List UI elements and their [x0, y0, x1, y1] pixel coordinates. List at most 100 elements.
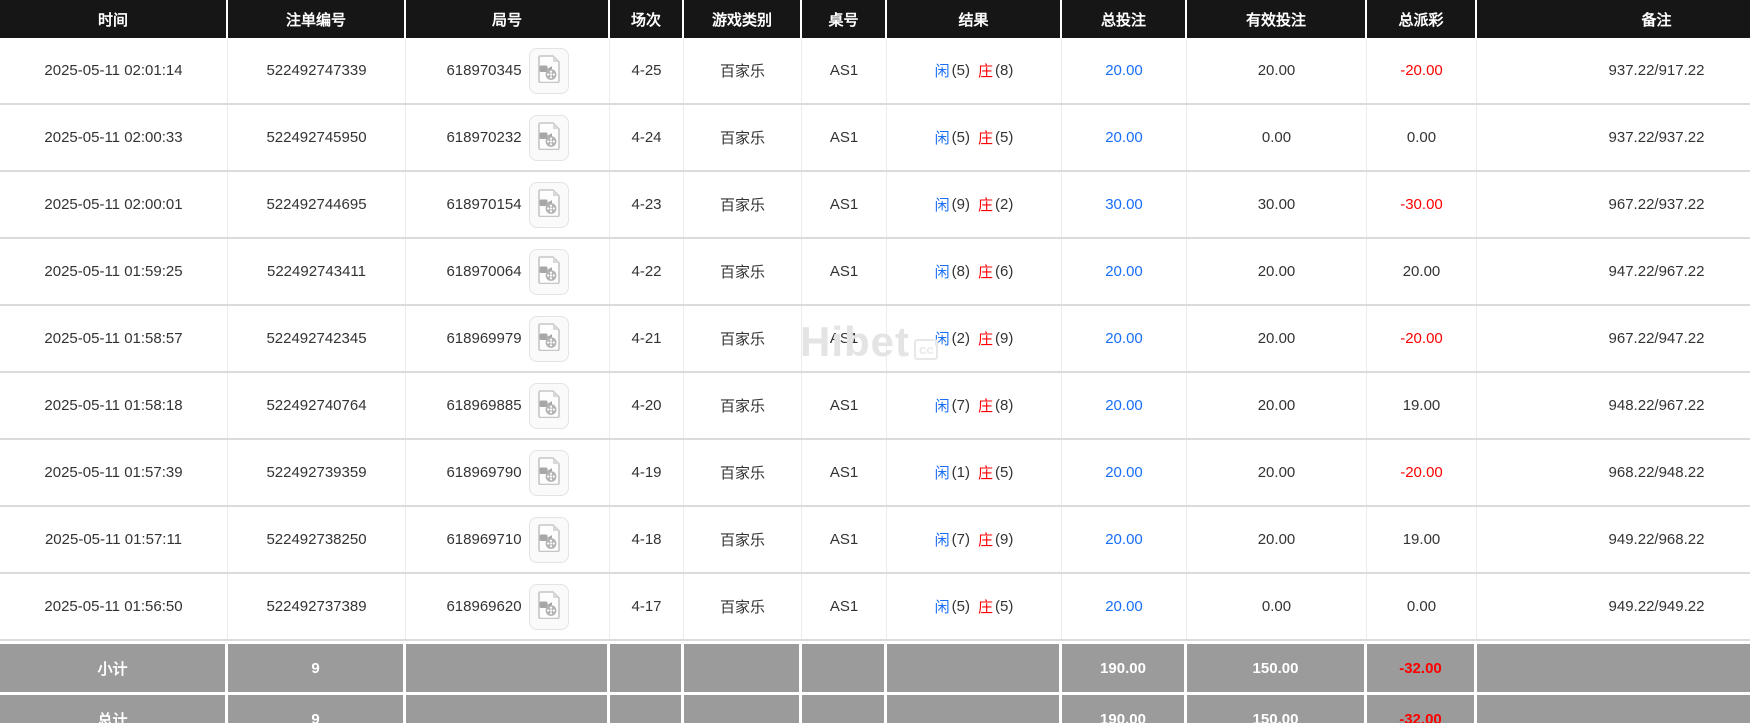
cell-time: 2025-05-11 02:01:14	[0, 38, 228, 103]
cell-session-value: 4-18	[631, 531, 662, 548]
cell-remark: 968.22/948.22	[1477, 440, 1750, 505]
result-banker-score: (8)	[995, 62, 1014, 79]
video-replay-button[interactable]	[528, 583, 569, 630]
cell-time-value: 2025-05-11 02:00:01	[44, 196, 183, 213]
cell-game_type: 百家乐	[684, 440, 802, 505]
cell-round_no: 618969790	[406, 440, 610, 505]
column-header-payout: 总派彩	[1367, 0, 1477, 38]
cell-remark-value: 967.22/937.22	[1608, 196, 1705, 213]
total-order_count: 9	[311, 710, 320, 723]
cell-total_bet: 20.00	[1062, 373, 1187, 438]
cell-table_no: AS1	[802, 239, 887, 304]
cell-payout-value: 20.00	[1402, 263, 1441, 280]
subtotal-cell-time: 小计	[0, 644, 228, 692]
film-icon	[537, 323, 561, 354]
video-replay-button[interactable]	[528, 516, 569, 563]
video-replay-button[interactable]	[528, 47, 569, 94]
cell-valid_bet: 0.00	[1187, 105, 1367, 170]
subtotal-cell-payout: -32.00	[1367, 644, 1477, 692]
result-banker-label: 庄	[978, 130, 994, 147]
video-replay-button[interactable]	[528, 248, 569, 295]
cell-time-value: 2025-05-11 01:58:18	[44, 397, 183, 414]
table-row: 2025-05-11 01:59:25 522492743411 618970064…	[0, 239, 1750, 306]
cell-table_no-value: AS1	[829, 330, 859, 347]
result-player-label: 闲	[934, 398, 950, 415]
cell-remark-value: 949.22/968.22	[1608, 531, 1705, 548]
cell-remark-value: 937.22/917.22	[1608, 62, 1705, 79]
subtotal-valid_bet: 150.00	[1252, 659, 1299, 677]
cell-valid_bet: 20.00	[1187, 306, 1367, 371]
cell-total_bet-value: 20.00	[1105, 263, 1143, 280]
cell-total_bet: 20.00	[1062, 38, 1187, 103]
column-header-label: 局号	[491, 11, 522, 29]
cell-result: 闲 (7) 庄 (9)	[887, 507, 1062, 572]
cell-payout: 20.00	[1367, 239, 1477, 304]
cell-game_type: 百家乐	[684, 239, 802, 304]
cell-session: 4-20	[610, 373, 684, 438]
cell-payout-value: -20.00	[1400, 330, 1443, 347]
cell-remark-value: 967.22/947.22	[1608, 330, 1705, 347]
cell-table_no-value: AS1	[829, 531, 859, 548]
column-header-label: 有效投注	[1245, 11, 1306, 29]
cell-order_no: 522492742345	[228, 306, 406, 371]
table-header-row: 时间 注单编号 局号 场次 游戏类别 桌号 结果 总投注 有效投注 总派彩 备注	[0, 0, 1750, 38]
video-replay-button[interactable]	[528, 181, 569, 228]
cell-result: 闲 (5) 庄 (5)	[887, 105, 1062, 170]
table-row: 2025-05-11 02:01:14 522492747339 618970345…	[0, 38, 1750, 105]
column-header-game_type: 游戏类别	[684, 0, 802, 38]
cell-total_bet: 20.00	[1062, 507, 1187, 572]
column-header-label: 结果	[958, 11, 989, 29]
cell-table_no-value: AS1	[829, 263, 859, 280]
cell-round_no: 618970154	[406, 172, 610, 237]
cell-round_no: 618970064	[406, 239, 610, 304]
result-player-label: 闲	[934, 130, 950, 147]
subtotal-label: 小计	[97, 660, 128, 678]
cell-payout: -30.00	[1367, 172, 1477, 237]
result-player-label: 闲	[934, 532, 950, 549]
result-banker-score: (5)	[995, 598, 1014, 615]
cell-game_type: 百家乐	[684, 38, 802, 103]
column-header-label: 时间	[97, 11, 128, 29]
result-player-score: (7)	[951, 531, 970, 548]
cell-time: 2025-05-11 01:57:11	[0, 507, 228, 572]
cell-payout-value: 19.00	[1402, 531, 1441, 548]
cell-table_no-value: AS1	[829, 129, 859, 146]
subtotal-cell-game_type	[684, 644, 802, 692]
cell-valid_bet-value: 20.00	[1257, 62, 1296, 79]
cell-total_bet: 20.00	[1062, 105, 1187, 170]
cell-order_no-value: 522492742345	[266, 330, 367, 347]
cell-time-value: 2025-05-11 01:57:39	[44, 464, 183, 481]
total-label: 总计	[97, 711, 128, 723]
total-cell-order_no: 9	[228, 695, 406, 723]
cell-remark: 967.22/937.22	[1477, 172, 1750, 237]
total-payout: -32.00	[1399, 710, 1442, 723]
video-replay-button[interactable]	[528, 382, 569, 429]
cell-order_no: 522492740764	[228, 373, 406, 438]
video-replay-button[interactable]	[528, 315, 569, 362]
cell-game_type-value: 百家乐	[719, 197, 765, 214]
cell-valid_bet: 30.00	[1187, 172, 1367, 237]
cell-session-value: 4-19	[631, 464, 662, 481]
cell-payout: 0.00	[1367, 574, 1477, 639]
total-cell-game_type	[684, 695, 802, 723]
cell-round_no: 618969620	[406, 574, 610, 639]
cell-table_no: AS1	[802, 172, 887, 237]
round-number: 618970064	[446, 263, 522, 280]
result-banker-score: (9)	[995, 531, 1014, 548]
cell-remark-value: 947.22/967.22	[1608, 263, 1705, 280]
subtotal-cell-result	[887, 644, 1062, 692]
video-replay-button[interactable]	[528, 114, 569, 161]
video-replay-button[interactable]	[528, 449, 569, 496]
column-header-result: 结果	[887, 0, 1062, 38]
cell-round_no: 618969979	[406, 306, 610, 371]
column-header-total_bet: 总投注	[1062, 0, 1187, 38]
subtotal-cell-order_no: 9	[228, 644, 406, 692]
cell-table_no-value: AS1	[829, 62, 859, 79]
cell-session-value: 4-24	[631, 129, 662, 146]
cell-game_type: 百家乐	[684, 105, 802, 170]
cell-remark: 937.22/937.22	[1477, 105, 1750, 170]
cell-game_type-value: 百家乐	[719, 63, 765, 80]
column-header-label: 桌号	[828, 11, 859, 29]
table: 时间 注单编号 局号 场次 游戏类别 桌号 结果 总投注 有效投注 总派彩 备注 2025-05-1…	[0, 0, 1750, 723]
film-icon	[537, 189, 561, 220]
